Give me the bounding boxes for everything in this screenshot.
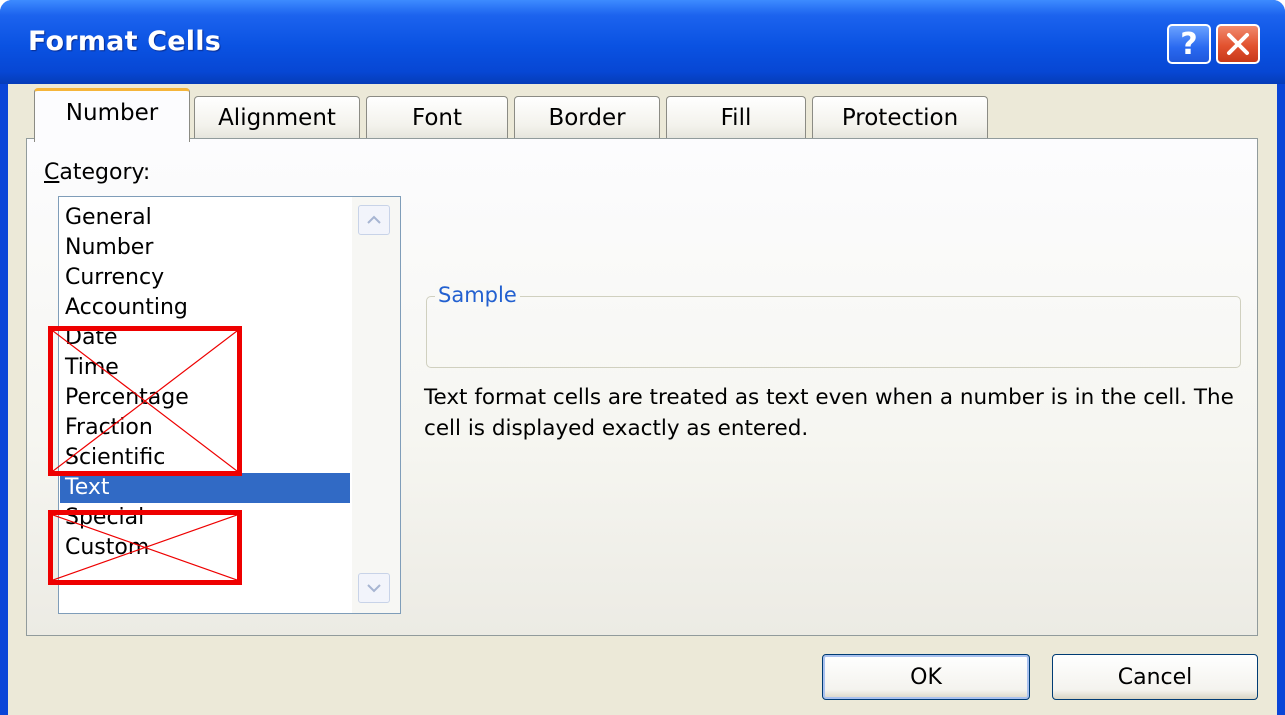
category-label: Category: <box>44 160 150 185</box>
category-label-text: ategory: <box>59 160 151 185</box>
tab-protection[interactable]: Protection <box>812 96 988 138</box>
tab-fill[interactable]: Fill <box>666 96 806 138</box>
category-item-general[interactable]: General <box>60 203 350 233</box>
help-button[interactable]: ? <box>1167 24 1211 64</box>
category-scrollbar[interactable] <box>352 197 400 613</box>
format-cells-dialog: Format Cells ? Number Alignment Font Bor… <box>0 0 1285 715</box>
title-bar[interactable]: Format Cells ? <box>0 0 1285 84</box>
format-description: Text format cells are treated as text ev… <box>424 385 1234 441</box>
red-cross-annotation-bottom <box>48 510 242 585</box>
red-cross-annotation-top <box>48 326 242 476</box>
close-icon <box>1227 33 1249 55</box>
category-label-accesskey: C <box>44 160 60 185</box>
category-item-text[interactable]: Text <box>60 473 350 503</box>
category-item-currency[interactable]: Currency <box>60 263 350 293</box>
cross-out-mark <box>53 331 237 471</box>
tab-font[interactable]: Font <box>366 96 508 138</box>
cancel-label: Cancel <box>1117 664 1193 690</box>
ok-button[interactable]: OK <box>822 654 1030 700</box>
scroll-up-button[interactable] <box>358 205 390 235</box>
tab-label: Alignment <box>218 104 336 131</box>
ok-label: OK <box>910 664 942 690</box>
scroll-down-button[interactable] <box>358 573 390 603</box>
sample-group: Sample <box>426 283 1241 368</box>
sample-legend: Sample <box>435 283 520 307</box>
cross-out-mark <box>53 515 237 580</box>
dialog-body: Number Alignment Font Border Fill Protec… <box>8 84 1277 715</box>
category-item-number[interactable]: Number <box>60 233 350 263</box>
tab-alignment[interactable]: Alignment <box>194 96 360 138</box>
close-button[interactable] <box>1216 24 1260 64</box>
tab-label: Font <box>411 104 463 131</box>
tab-label: Protection <box>841 104 959 131</box>
cancel-button[interactable]: Cancel <box>1052 654 1258 700</box>
tab-border[interactable]: Border <box>514 96 660 138</box>
tab-label: Fill <box>720 104 752 131</box>
tab-label: Number <box>65 99 159 126</box>
tab-number[interactable]: Number <box>34 88 190 142</box>
chevron-down-icon <box>367 584 381 593</box>
dialog-title: Format Cells <box>28 26 221 57</box>
category-item-accounting[interactable]: Accounting <box>60 293 350 323</box>
chevron-up-icon <box>367 215 381 224</box>
help-icon: ? <box>1180 26 1198 62</box>
tab-label: Border <box>548 104 626 131</box>
